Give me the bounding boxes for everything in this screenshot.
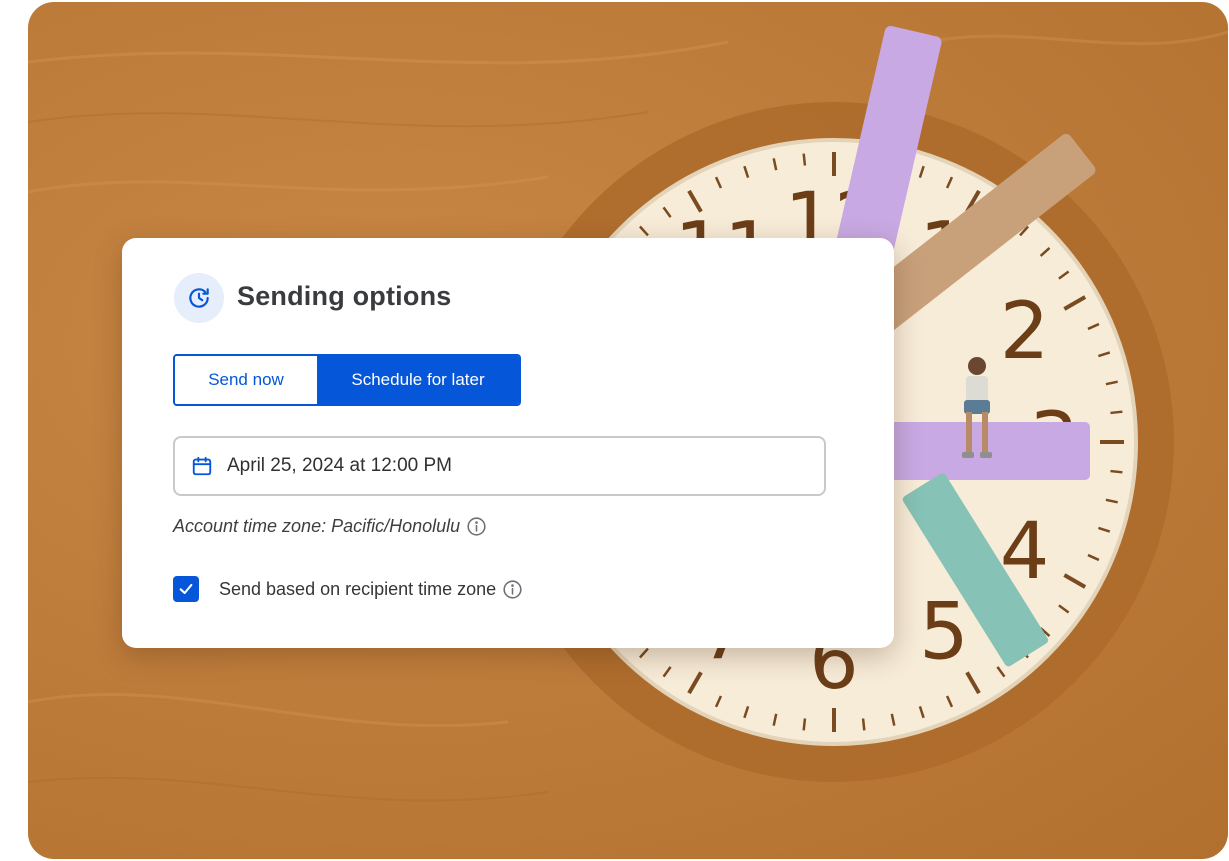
timezone-note: Account time zone: Pacific/Honolulu bbox=[173, 516, 487, 537]
page-title: Sending options bbox=[237, 281, 452, 311]
info-icon[interactable] bbox=[466, 516, 487, 537]
tab-schedule-for-later[interactable]: Schedule for later bbox=[317, 356, 519, 404]
person-illustration bbox=[962, 357, 992, 458]
tab-send-now[interactable]: Send now bbox=[175, 356, 317, 404]
timezone-label: Account time zone: Pacific/Honolulu bbox=[173, 516, 461, 536]
recipient-timezone-label: Send based on recipient time zone bbox=[219, 578, 497, 599]
send-mode-toggle: Send now Schedule for later bbox=[173, 354, 521, 406]
clock-tick bbox=[802, 718, 807, 731]
date-time-value: April 25, 2024 at 12:00 PM bbox=[227, 455, 452, 476]
calendar-icon bbox=[192, 456, 212, 476]
checkmark-icon bbox=[179, 583, 193, 595]
clock-tick bbox=[1110, 469, 1123, 474]
clock-number: 2 bbox=[1000, 287, 1050, 377]
clock-tick bbox=[802, 153, 807, 166]
recipient-timezone-option: Send based on recipient time zone bbox=[173, 576, 523, 602]
sending-options-card: Sending options Send now Schedule for la… bbox=[122, 238, 894, 648]
clock-refresh-icon bbox=[174, 273, 224, 323]
date-time-field[interactable]: April 25, 2024 at 12:00 PM bbox=[173, 436, 826, 496]
recipient-timezone-checkbox[interactable] bbox=[173, 576, 199, 602]
clock-tick bbox=[1110, 410, 1123, 415]
clock-tick bbox=[861, 718, 866, 731]
info-icon[interactable] bbox=[502, 579, 523, 600]
clock-number: 5 bbox=[919, 588, 969, 678]
